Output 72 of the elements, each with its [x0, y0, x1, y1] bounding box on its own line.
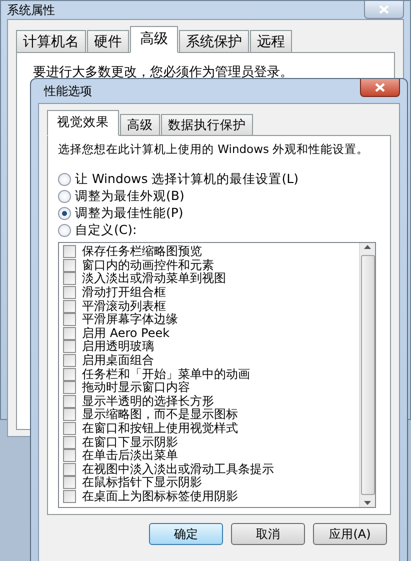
checkbox-label: 启用透明玻璃 — [82, 338, 154, 354]
checkbox[interactable] — [63, 490, 76, 503]
checkbox[interactable] — [63, 394, 76, 408]
checkbox[interactable] — [63, 368, 76, 381]
checkbox-label: 在鼠标指针下显示阴影 — [82, 475, 202, 490]
radio-label: 调整为最佳性能(P) — [75, 205, 184, 222]
radio-option[interactable]: 让 Windows 选择计算机的最佳设置(L) — [58, 171, 376, 188]
checkbox-label: 在窗口和按钮上使用视觉样式 — [82, 420, 238, 436]
checkbox[interactable] — [63, 476, 76, 490]
dialog-button[interactable]: 应用(A) — [313, 523, 387, 545]
checkbox[interactable] — [63, 286, 76, 300]
checkbox-label: 窗口内的动画控件和元素 — [82, 257, 214, 272]
scroll-down-icon[interactable] — [364, 501, 371, 505]
radio-label: 自定义(C): — [75, 222, 137, 239]
tab[interactable]: 高级 — [130, 26, 178, 53]
checkbox[interactable] — [63, 436, 76, 449]
checkbox[interactable] — [63, 258, 76, 272]
checkbox-label: 启用 Aero Peek — [82, 325, 170, 340]
radio-label: 调整为最佳外观(B) — [75, 188, 184, 205]
checkbox[interactable] — [63, 272, 76, 286]
checkbox[interactable] — [63, 408, 76, 422]
checkbox-label: 启用桌面组合 — [82, 352, 154, 368]
checkbox[interactable] — [63, 462, 76, 476]
checkbox[interactable] — [63, 381, 76, 394]
checkbox-label: 平滑屏幕字体边缘 — [82, 312, 178, 327]
radio-button[interactable] — [58, 207, 71, 220]
checkbox[interactable] — [63, 449, 76, 462]
checkbox-label: 平滑滚动列表框 — [82, 298, 166, 313]
checkbox[interactable] — [63, 313, 76, 326]
checkbox-label: 显示半透明的选择长方形 — [82, 393, 214, 408]
dialog-title: 性能选项 — [42, 82, 92, 100]
checkbox-label: 在桌面上为图标标签使用阴影 — [82, 488, 238, 505]
checkbox-label: 拖动时显示窗口内容 — [82, 380, 190, 395]
scroll-up-icon[interactable] — [364, 245, 371, 249]
tab[interactable]: 高级 — [120, 114, 160, 136]
checkbox[interactable] — [63, 326, 76, 340]
checkbox[interactable] — [63, 354, 76, 368]
scroll-thumb[interactable] — [360, 255, 374, 495]
window-title: 系统属性 — [7, 2, 55, 18]
scrollbar[interactable] — [359, 243, 375, 507]
radio-button[interactable] — [58, 173, 71, 186]
description-text: 选择您想在此计算机上使用的 Windows 外观和性能设置。 — [58, 142, 369, 157]
radio-option[interactable]: 自定义(C): — [58, 222, 376, 239]
close-button[interactable] — [360, 79, 400, 97]
notice-text: 要进行大多数更改，您必须作为管理员登录。 — [33, 65, 293, 80]
radio-button[interactable] — [58, 190, 71, 203]
checkbox-label: 滑动打开组合框 — [82, 284, 166, 300]
tab[interactable]: 远程 — [250, 30, 292, 53]
checkbox-label: 在单击后淡出菜单 — [82, 448, 178, 463]
tab[interactable]: 数据执行保护 — [161, 114, 253, 136]
checkbox-label: 在窗口下显示阴影 — [82, 434, 178, 449]
tab[interactable]: 视觉效果 — [47, 110, 119, 136]
checkbox-label: 淡入淡出或滑动菜单到视图 — [82, 271, 226, 286]
checkbox-label: 任务栏和「开始」菜单中的动画 — [82, 366, 250, 381]
radio-option[interactable]: 调整为最佳性能(P) — [58, 205, 376, 222]
close-icon — [379, 5, 389, 14]
checkbox-label: 在视图中淡入淡出或滑动工具条提示 — [82, 461, 274, 476]
tab[interactable]: 系统保护 — [179, 30, 249, 53]
checkbox[interactable] — [63, 422, 76, 436]
checkbox[interactable] — [63, 300, 76, 313]
radio-button[interactable] — [58, 224, 71, 237]
tab[interactable]: 硬件 — [87, 30, 129, 53]
radio-label: 让 Windows 选择计算机的最佳设置(L) — [75, 171, 298, 188]
checkbox-label: 显示缩略图，而不是显示图标 — [82, 407, 238, 422]
dialog-button[interactable]: 取消 — [231, 523, 305, 545]
checkbox-label: 保存任务栏缩略图预览 — [82, 243, 202, 258]
close-icon — [375, 83, 385, 92]
radio-option[interactable]: 调整为最佳外观(B) — [58, 188, 376, 205]
dialog-button[interactable]: 确定 — [149, 523, 223, 545]
tab[interactable]: 计算机名 — [16, 30, 86, 53]
checkbox[interactable] — [63, 340, 76, 354]
checkbox[interactable] — [63, 245, 76, 258]
